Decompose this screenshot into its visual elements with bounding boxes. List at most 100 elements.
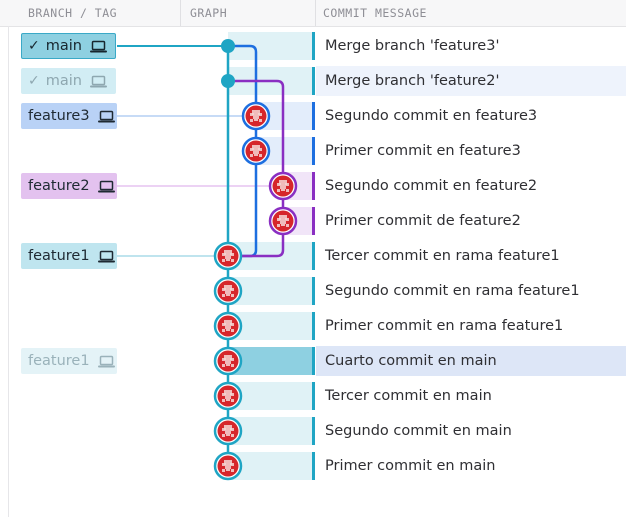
ref-pill-main[interactable]: ✓ main (21, 33, 116, 59)
avatar-pixel (224, 355, 232, 358)
ref-pill-feature1[interactable]: feature1 (21, 243, 117, 269)
avatar-pixel (225, 291, 231, 294)
avatar-pixel (252, 110, 260, 113)
ref-label: feature1 (28, 248, 90, 264)
avatar-pixel (285, 183, 287, 185)
avatar-pixel (230, 393, 232, 395)
ref-pill-main[interactable]: ✓ main (21, 68, 116, 94)
avatar-pixel (222, 364, 225, 367)
avatar-pixel (250, 119, 253, 122)
avatar-pixel (277, 218, 289, 221)
avatar-pixel (222, 434, 225, 437)
avatar-pixel (250, 113, 262, 116)
ref-pill-feature2[interactable]: feature2 (21, 173, 117, 199)
avatar-pixel (280, 221, 286, 224)
avatar-pixel (258, 148, 260, 150)
avatar-pixel (277, 189, 280, 192)
ref-pill-feature1[interactable]: feature1 (21, 348, 117, 374)
laptop-icon (89, 75, 107, 87)
avatar-pixel (225, 466, 231, 469)
avatar-pixel (277, 224, 280, 227)
laptop-icon (89, 40, 107, 52)
avatar-pixel (222, 393, 234, 396)
checkmark-icon: ✓ (28, 73, 40, 89)
ref-label: main (45, 38, 82, 54)
avatar-pixel (224, 253, 226, 255)
ref-pill-feature3[interactable]: feature3 (21, 103, 117, 129)
avatar-pixel (226, 259, 230, 261)
avatar-pixel (250, 148, 262, 151)
avatar-pixel (252, 113, 254, 115)
avatar-pixel (222, 428, 234, 431)
avatar-pixel (230, 428, 232, 430)
avatar-pixel (225, 256, 231, 259)
laptop-icon (97, 355, 115, 367)
avatar-pixel (224, 323, 226, 325)
avatar-pixel (231, 434, 234, 437)
avatar-pixel (231, 329, 234, 332)
avatar-pixel (226, 294, 230, 296)
avatar-pixel (231, 399, 234, 402)
avatar-pixel (258, 113, 260, 115)
avatar-pixel (224, 250, 232, 253)
avatar-pixel (222, 294, 225, 297)
avatar-pixel (224, 463, 226, 465)
laptop-icon (97, 110, 115, 122)
avatar-pixel (225, 396, 231, 399)
merge-commit-node (221, 39, 235, 53)
avatar-pixel (279, 215, 287, 218)
avatar-pixel (226, 434, 230, 436)
avatar-pixel (281, 189, 285, 191)
avatar-pixel (252, 148, 254, 150)
avatar-pixel (252, 145, 260, 148)
ref-label: main (45, 73, 82, 89)
avatar-pixel (250, 154, 253, 157)
avatar-pixel (280, 186, 286, 189)
laptop-icon (97, 180, 115, 192)
avatar-pixel (224, 285, 232, 288)
avatar-pixel (231, 294, 234, 297)
avatar-pixel (226, 469, 230, 471)
avatar-pixel (224, 320, 232, 323)
avatar-pixel (231, 469, 234, 472)
avatar-pixel (224, 390, 232, 393)
avatar-pixel (222, 259, 225, 262)
avatar-pixel (286, 189, 289, 192)
avatar-pixel (224, 393, 226, 395)
avatar-pixel (226, 329, 230, 331)
avatar-pixel (230, 358, 232, 360)
avatar-pixel (231, 259, 234, 262)
avatar-pixel (224, 288, 226, 290)
avatar-pixel (259, 154, 262, 157)
ref-label: feature3 (28, 108, 90, 124)
avatar-pixel (226, 364, 230, 366)
ref-label: feature1 (28, 353, 90, 369)
avatar-pixel (224, 428, 226, 430)
merge-commit-node (221, 74, 235, 88)
avatar-pixel (224, 358, 226, 360)
avatar-pixel (230, 323, 232, 325)
avatar-pixel (230, 288, 232, 290)
avatar-pixel (277, 183, 289, 186)
avatar-pixel (281, 224, 285, 226)
avatar-pixel (225, 361, 231, 364)
avatar-pixel (230, 253, 232, 255)
avatar-pixel (222, 469, 225, 472)
avatar-pixel (285, 218, 287, 220)
avatar-pixel (225, 431, 231, 434)
avatar-pixel (225, 326, 231, 329)
avatar-pixel (222, 323, 234, 326)
avatar-pixel (253, 151, 259, 154)
avatar-pixel (253, 116, 259, 119)
avatar-pixel (259, 119, 262, 122)
avatar-pixel (222, 288, 234, 291)
avatar-pixel (254, 154, 258, 156)
avatar-pixel (224, 425, 232, 428)
avatar-pixel (222, 253, 234, 256)
avatar-pixel (222, 358, 234, 361)
avatar-pixel (222, 463, 234, 466)
avatar-pixel (279, 180, 287, 183)
avatar-pixel (230, 463, 232, 465)
checkmark-icon: ✓ (28, 38, 40, 54)
ref-label: feature2 (28, 178, 90, 194)
